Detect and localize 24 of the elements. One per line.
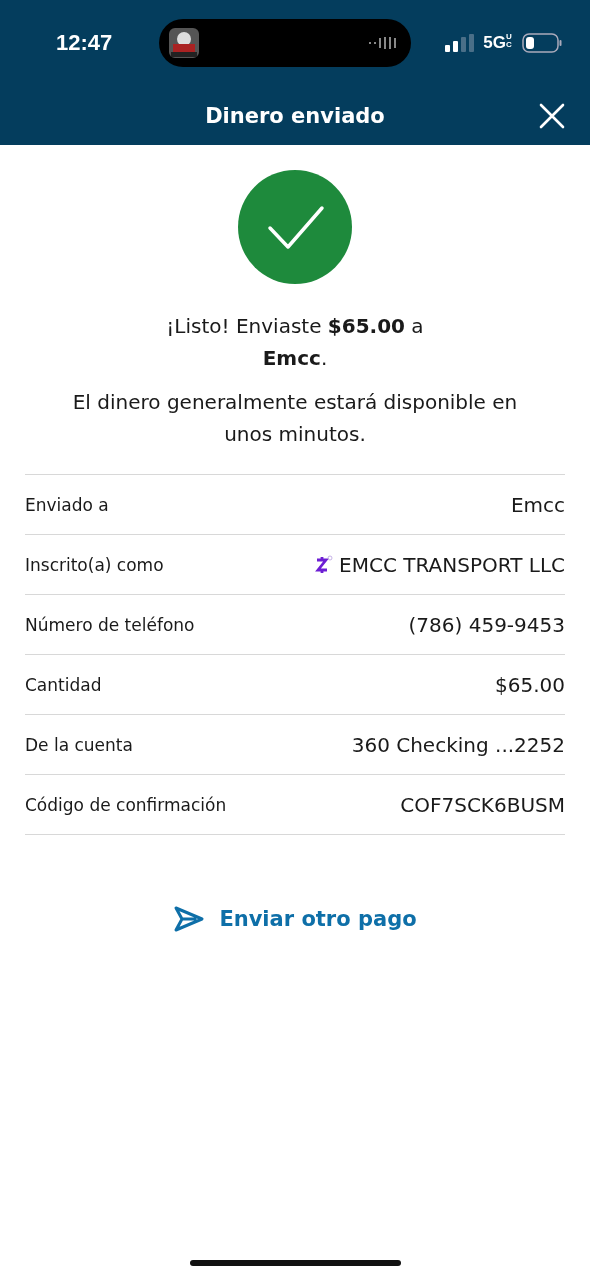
close-button[interactable]	[538, 101, 566, 130]
success-check-icon	[238, 170, 352, 284]
status-time: 12:47	[56, 30, 113, 56]
detail-label: De la cuenta	[25, 734, 133, 755]
detail-value: Emcc	[510, 492, 565, 517]
detail-value: $65.00	[495, 672, 565, 697]
detail-value: 360 Checking ...2252	[351, 732, 565, 757]
waveform-icon	[368, 36, 399, 50]
confirmation-message: ¡Listo! Enviaste $65.00 a Emcc.	[165, 313, 425, 372]
detail-value: COF7SCK6BUSM	[400, 792, 565, 817]
detail-value: (786) 459-9453	[408, 612, 565, 637]
detail-label: Inscrito(a) como	[25, 554, 164, 575]
battery-icon	[522, 33, 562, 53]
detail-label: Cantidad	[25, 674, 102, 695]
detail-label: Número de teléfono	[25, 614, 195, 635]
detail-label: Enviado a	[25, 494, 109, 515]
send-another-payment-link[interactable]: Enviar otro pago	[173, 905, 417, 933]
availability-note: El dinero generalmente estará disponible en unos minutos.	[71, 389, 519, 448]
screen-title: Dinero enviado	[205, 103, 385, 128]
send-icon	[173, 905, 206, 933]
signal-icon	[445, 34, 476, 52]
detail-label: Código de confirmación	[25, 794, 227, 815]
z-logo-icon	[313, 554, 334, 575]
detail-value: EMCC TRANSPORT LLC	[339, 552, 565, 577]
